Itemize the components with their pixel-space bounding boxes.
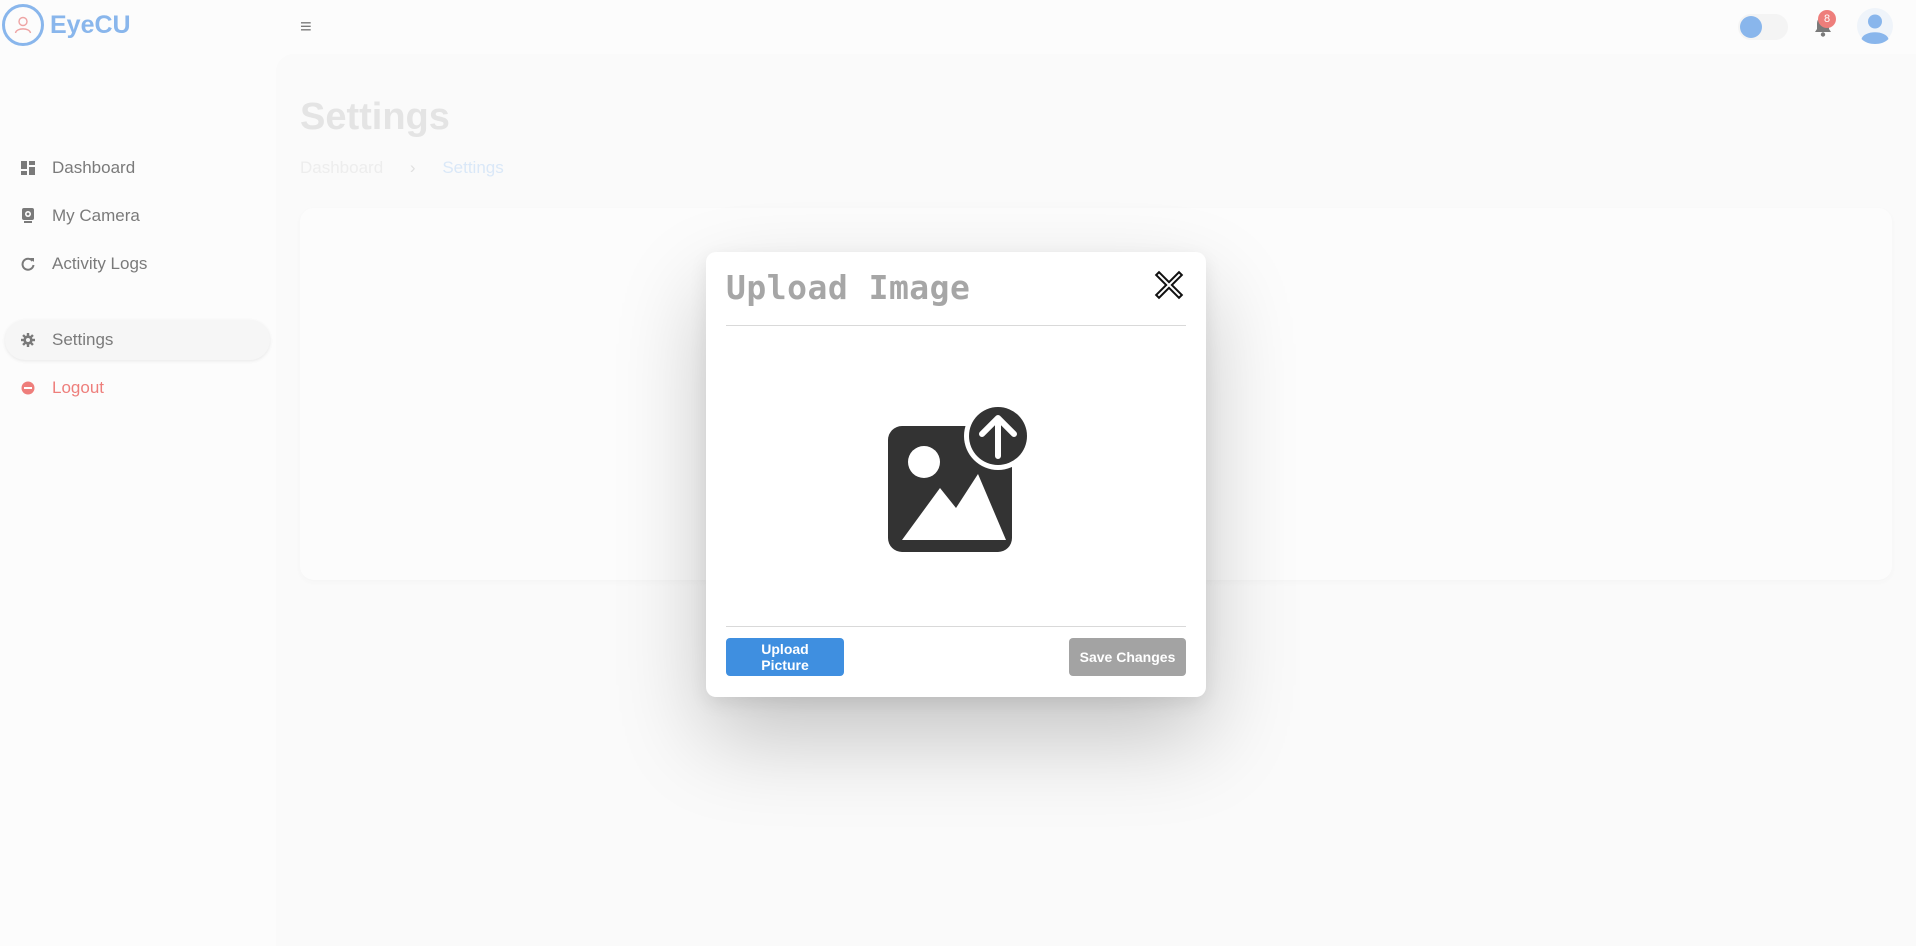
upload-picture-button[interactable]: Upload Picture	[726, 638, 844, 676]
modal-title: Upload Image	[726, 268, 971, 307]
close-icon[interactable]	[1154, 270, 1184, 300]
image-upload-icon[interactable]	[882, 402, 1032, 554]
modal-header-divider	[726, 325, 1186, 326]
upload-image-modal: Upload Image Upload Picture Save Changes	[706, 252, 1206, 697]
modal-footer-divider	[726, 626, 1186, 627]
save-changes-button[interactable]: Save Changes	[1069, 638, 1186, 676]
